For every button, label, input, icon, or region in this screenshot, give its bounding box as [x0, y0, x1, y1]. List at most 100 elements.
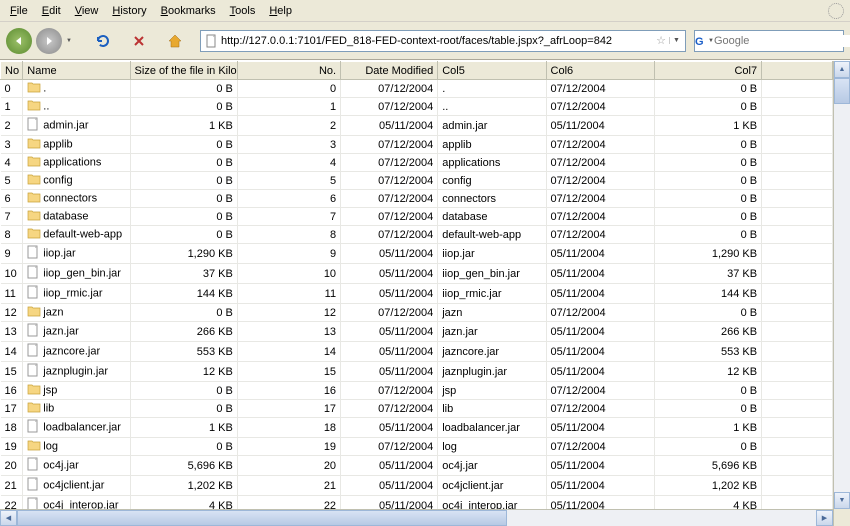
table-row[interactable]: 8default-web-app0 B807/12/2004default-we…	[1, 226, 833, 244]
table-row[interactable]: 0.0 B007/12/2004.07/12/20040 B	[1, 80, 833, 98]
column-header[interactable]: Col6	[546, 62, 654, 80]
menu-tools[interactable]: Tools	[224, 3, 262, 19]
file-icon	[27, 323, 41, 340]
cell-col6: 07/12/2004	[546, 304, 654, 322]
menu-view[interactable]: View	[69, 3, 105, 19]
column-header[interactable]: Col5	[438, 62, 546, 80]
column-header[interactable]: Size of the file in Kilo l	[130, 62, 237, 80]
vertical-scrollbar[interactable]: ▲ ▼	[833, 61, 850, 509]
table-row[interactable]: 11iiop_rmic.jar144 KB1105/11/2004iiop_rm…	[1, 284, 833, 304]
menu-help[interactable]: Help	[263, 3, 298, 19]
column-header[interactable]: Col7	[654, 62, 761, 80]
table-row[interactable]: 22oc4j_interop.jar4 KB2205/11/2004oc4j_i…	[1, 496, 833, 510]
table-row[interactable]: 12jazn0 B1207/12/2004jazn07/12/20040 B	[1, 304, 833, 322]
column-header[interactable]: No.	[237, 62, 340, 80]
table-row[interactable]: 10iiop_gen_bin.jar37 KB1005/11/2004iiop_…	[1, 264, 833, 284]
scroll-track[interactable]	[834, 104, 850, 492]
cell-size: 0 B	[130, 226, 237, 244]
cell-col6: 07/12/2004	[546, 80, 654, 98]
table-row[interactable]: 16jsp0 B1607/12/2004jsp07/12/20040 B	[1, 382, 833, 400]
cell-size: 0 B	[130, 438, 237, 456]
cell-size: 1 KB	[130, 418, 237, 438]
table-row[interactable]: 14jazncore.jar553 KB1405/11/2004jazncore…	[1, 342, 833, 362]
scroll-thumb[interactable]	[834, 78, 850, 104]
cell-no2: 8	[237, 226, 340, 244]
cell-name: jazn	[23, 304, 130, 322]
cell-no: 22	[1, 496, 23, 510]
cell-size: 5,696 KB	[130, 456, 237, 476]
table-row[interactable]: 4applications0 B407/12/2004applications0…	[1, 154, 833, 172]
cell-col5: iiop.jar	[438, 244, 546, 264]
menu-history[interactable]: History	[106, 3, 152, 19]
cell-col5: .	[438, 80, 546, 98]
file-icon	[27, 245, 41, 262]
search-input[interactable]	[714, 35, 850, 47]
cell-extra	[762, 172, 833, 190]
folder-icon	[27, 99, 41, 114]
scroll-right-button[interactable]: ▶	[816, 510, 833, 526]
table-row[interactable]: 18loadbalancer.jar1 KB1805/11/2004loadba…	[1, 418, 833, 438]
cell-no2: 6	[237, 190, 340, 208]
table-row[interactable]: 2admin.jar1 KB205/11/2004admin.jar05/11/…	[1, 116, 833, 136]
scroll-thumb[interactable]	[17, 510, 507, 526]
cell-date: 07/12/2004	[341, 400, 438, 418]
cell-no2: 2	[237, 116, 340, 136]
cell-date: 05/11/2004	[341, 476, 438, 496]
menu-file[interactable]: File	[4, 3, 34, 19]
cell-date: 07/12/2004	[341, 382, 438, 400]
cell-no: 14	[1, 342, 23, 362]
folder-icon	[27, 227, 41, 242]
url-dropdown[interactable]: ▼	[669, 37, 683, 44]
table-row[interactable]: 21oc4jclient.jar1,202 KB2105/11/2004oc4j…	[1, 476, 833, 496]
nav-history-dropdown[interactable]: ▼	[66, 38, 78, 44]
horizontal-scrollbar[interactable]: ◀ ▶	[0, 509, 833, 526]
cell-col5: iiop_gen_bin.jar	[438, 264, 546, 284]
scroll-down-button[interactable]: ▼	[834, 492, 850, 509]
bookmark-star-icon[interactable]: ☆	[653, 34, 669, 47]
column-header[interactable]: No	[1, 62, 23, 80]
cell-no2: 12	[237, 304, 340, 322]
cell-col5: iiop_rmic.jar	[438, 284, 546, 304]
table-row[interactable]: 9iiop.jar1,290 KB905/11/2004iiop.jar05/1…	[1, 244, 833, 264]
cell-extra	[762, 438, 833, 456]
table-row[interactable]: 6connectors0 B607/12/2004connectors07/12…	[1, 190, 833, 208]
cell-size: 37 KB	[130, 264, 237, 284]
column-header[interactable]: Date Modified	[341, 62, 438, 80]
table-row[interactable]: 5config0 B507/12/2004config07/12/20040 B	[1, 172, 833, 190]
scroll-up-button[interactable]: ▲	[834, 61, 850, 78]
scroll-track[interactable]	[507, 510, 816, 526]
column-header[interactable]: Name	[23, 62, 130, 80]
column-header[interactable]	[762, 62, 833, 80]
page-icon	[203, 33, 219, 49]
cell-name: config	[23, 172, 130, 190]
table-row[interactable]: 15jaznplugin.jar12 KB1505/11/2004jaznplu…	[1, 362, 833, 382]
table-row[interactable]: 17lib0 B1707/12/2004lib07/12/20040 B	[1, 400, 833, 418]
menu-bookmarks[interactable]: Bookmarks	[155, 3, 222, 19]
cell-size: 12 KB	[130, 362, 237, 382]
cell-col5: jaznplugin.jar	[438, 362, 546, 382]
back-button[interactable]	[6, 28, 32, 54]
scroll-left-button[interactable]: ◀	[0, 510, 17, 526]
stop-button[interactable]	[128, 30, 150, 52]
cell-no2: 22	[237, 496, 340, 510]
cell-col5: oc4j.jar	[438, 456, 546, 476]
cell-no: 9	[1, 244, 23, 264]
cell-col7: 0 B	[654, 98, 761, 116]
activity-throbber-icon	[828, 3, 844, 19]
table-row[interactable]: 19log0 B1907/12/2004log07/12/20040 B	[1, 438, 833, 456]
forward-button[interactable]	[36, 28, 62, 54]
table-row[interactable]: 1..0 B107/12/2004..07/12/20040 B	[1, 98, 833, 116]
cell-date: 07/12/2004	[341, 438, 438, 456]
cell-size: 0 B	[130, 154, 237, 172]
home-button[interactable]	[164, 30, 186, 52]
table-row[interactable]: 13jazn.jar266 KB1305/11/2004jazn.jar05/1…	[1, 322, 833, 342]
url-input[interactable]	[219, 35, 653, 47]
table-row[interactable]: 20oc4j.jar5,696 KB2005/11/2004oc4j.jar05…	[1, 456, 833, 476]
cell-no2: 0	[237, 80, 340, 98]
search-engine-icon[interactable]: G▼	[695, 35, 714, 47]
menu-edit[interactable]: Edit	[36, 3, 67, 19]
table-row[interactable]: 7database0 B707/12/2004database07/12/200…	[1, 208, 833, 226]
reload-button[interactable]	[92, 30, 114, 52]
folder-icon	[27, 383, 41, 398]
table-row[interactable]: 3applib0 B307/12/2004applib07/12/20040 B	[1, 136, 833, 154]
